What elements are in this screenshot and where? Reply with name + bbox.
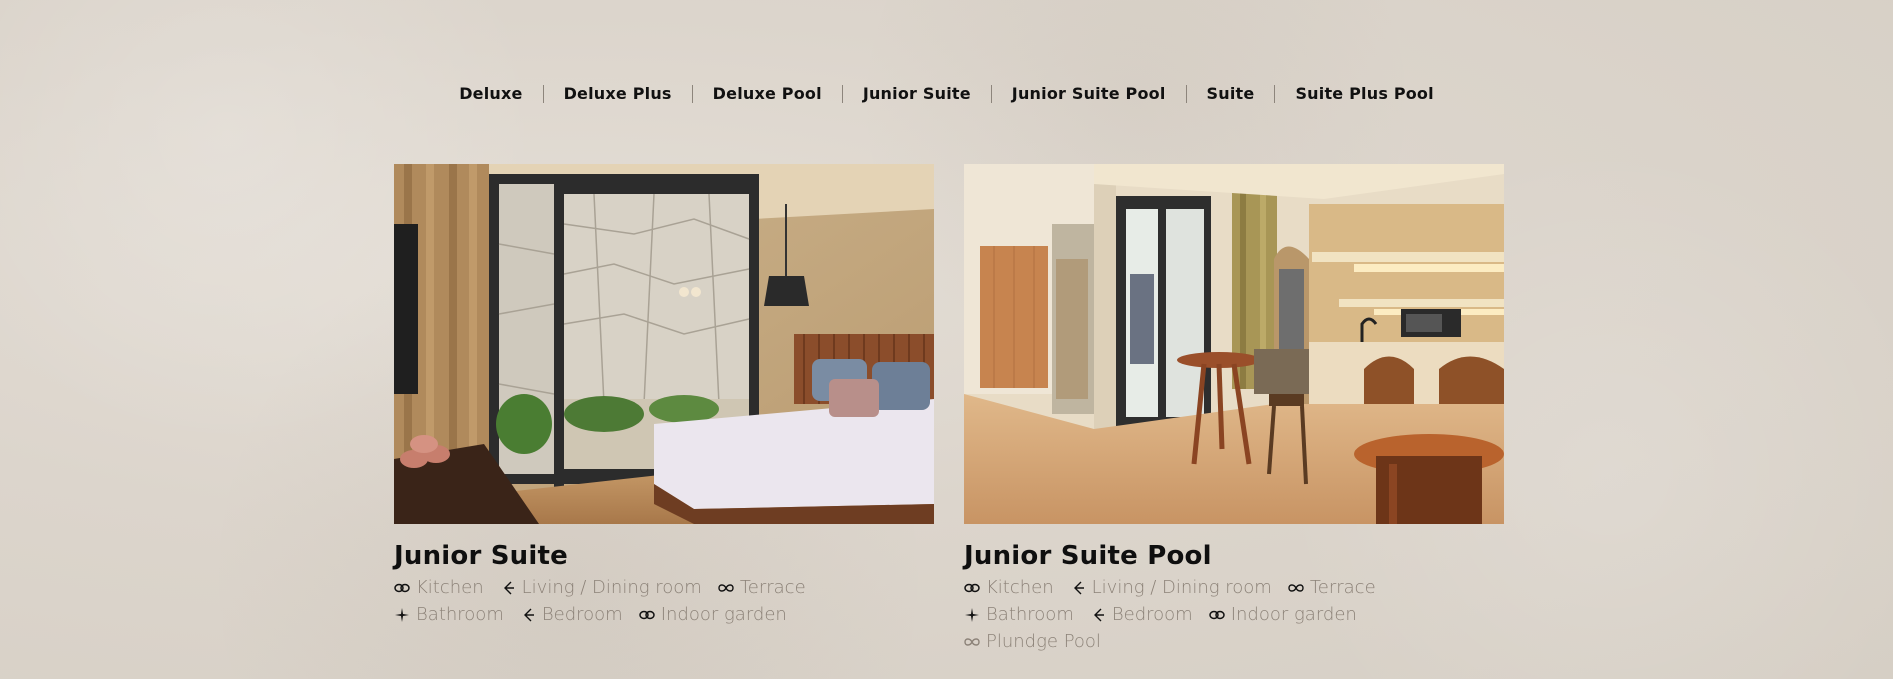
infinity-icon [964,634,980,650]
room-title: Junior Suite [394,541,568,571]
amenity-row: Kitchen Living / Dining room Terrace [964,574,1524,601]
nav-item-deluxe[interactable]: Deluxe [439,84,542,104]
arrow-left-icon [1070,580,1086,596]
arrow-left-icon [520,607,536,623]
infinity-icon [1288,580,1304,596]
infinity-icon [718,580,734,596]
room-photo[interactable] [394,164,934,524]
chain-link-icon [1208,607,1225,623]
amenity-indoor-garden: Indoor garden [638,604,787,625]
amenity-label: Bedroom [1111,604,1193,625]
amenity-list: Kitchen Living / Dining room Terrace Bat… [964,574,1524,655]
room-type-nav: Deluxe Deluxe Plus Deluxe Pool Junior Su… [0,84,1893,104]
sparkle-icon [964,607,980,623]
amenity-bathroom: Bathroom [394,604,504,625]
nav-item-junior-suite-pool[interactable]: Junior Suite Pool [992,84,1186,104]
chain-link-icon [964,580,980,596]
chain-link-icon [638,607,655,623]
amenity-label: Kitchen [986,577,1054,598]
amenity-bathroom: Bathroom [964,604,1074,625]
nav-item-junior-suite[interactable]: Junior Suite [843,84,991,104]
amenity-label: Indoor garden [1230,604,1357,625]
amenity-label: Kitchen [416,577,484,598]
amenity-kitchen: Kitchen [964,577,1054,598]
room-card-junior-suite-pool[interactable]: Junior Suite Pool Kitchen Living / Dinin… [964,164,1504,655]
bedroom-photo [394,164,934,524]
room-card-junior-suite[interactable]: Junior Suite Kitchen Living / Dining roo… [394,164,934,628]
arrow-left-icon [500,580,516,596]
amenity-list: Kitchen Living / Dining room Terrace Bat… [394,574,954,628]
nav-item-deluxe-plus[interactable]: Deluxe Plus [544,84,692,104]
amenity-kitchen: Kitchen [394,577,484,598]
amenity-label: Living / Dining room [521,577,702,598]
amenity-label: Terrace [1309,577,1376,598]
amenity-label: Bedroom [541,604,623,625]
kitchen-living-photo [964,164,1504,524]
amenity-plunge-pool: Plundge Pool [964,631,1101,652]
amenity-label: Bathroom [416,604,504,625]
chain-link-icon [394,580,410,596]
amenity-terrace: Terrace [718,577,806,598]
amenity-label: Plundge Pool [986,631,1101,652]
amenity-label: Terrace [739,577,806,598]
amenity-living-dining: Living / Dining room [500,577,702,598]
amenity-row: Plundge Pool [964,628,1524,655]
amenity-row: Kitchen Living / Dining room Terrace [394,574,954,601]
room-title: Junior Suite Pool [964,541,1212,571]
room-photo[interactable] [964,164,1504,524]
arrow-left-icon [1090,607,1106,623]
amenity-indoor-garden: Indoor garden [1208,604,1357,625]
sparkle-icon [394,607,410,623]
amenity-terrace: Terrace [1288,577,1376,598]
amenity-label: Bathroom [986,604,1074,625]
amenity-label: Indoor garden [660,604,787,625]
amenity-bedroom: Bedroom [1090,604,1193,625]
nav-item-deluxe-pool[interactable]: Deluxe Pool [693,84,842,104]
amenity-row: Bathroom Bedroom Indoor garden [394,601,954,628]
nav-item-suite[interactable]: Suite [1187,84,1275,104]
nav-item-suite-plus-pool[interactable]: Suite Plus Pool [1275,84,1453,104]
amenity-row: Bathroom Bedroom Indoor garden [964,601,1524,628]
amenity-living-dining: Living / Dining room [1070,577,1272,598]
amenity-bedroom: Bedroom [520,604,623,625]
amenity-label: Living / Dining room [1091,577,1272,598]
